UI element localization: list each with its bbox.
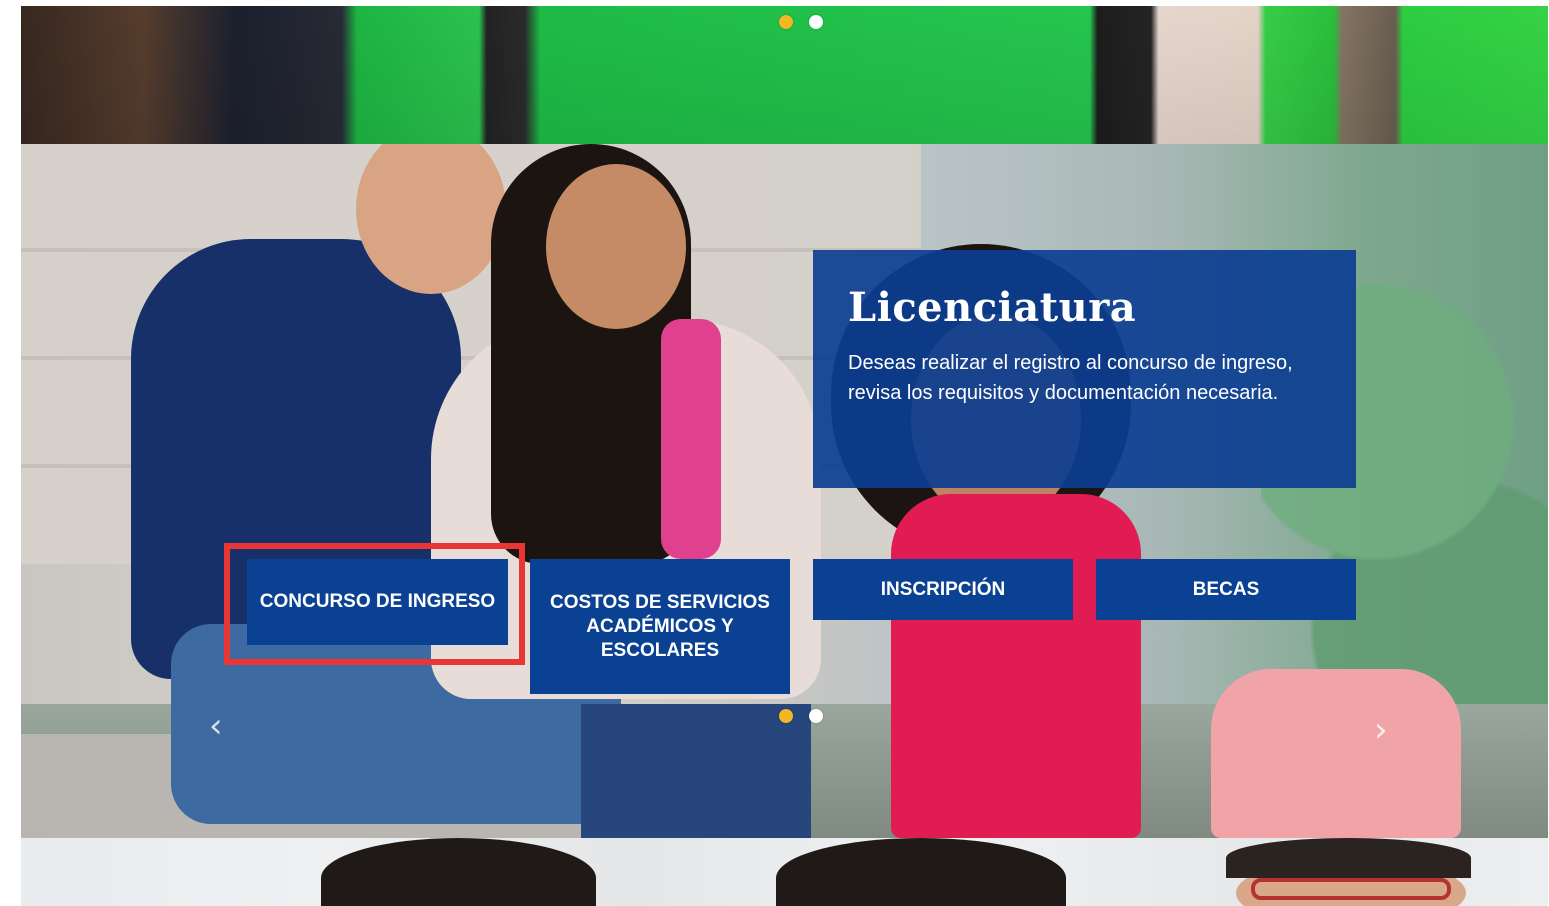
concurso-de-ingreso-button[interactable]: CONCURSO DE INGRESO bbox=[247, 559, 508, 645]
backpack-image bbox=[1211, 669, 1461, 838]
top-carousel-dots bbox=[779, 15, 823, 29]
carousel-dot-2[interactable] bbox=[809, 15, 823, 29]
bottom-banner-image bbox=[21, 838, 1548, 906]
carousel-dot-2[interactable] bbox=[809, 709, 823, 723]
carousel-dot-1[interactable] bbox=[779, 15, 793, 29]
hero-carousel-dots bbox=[779, 709, 823, 723]
top-banner-image bbox=[21, 6, 1548, 144]
hero-slide: ‹ › bbox=[21, 144, 1548, 838]
chevron-left-icon[interactable]: ‹ bbox=[209, 706, 223, 746]
costos-servicios-button[interactable]: COSTOS DE SERVICIOS ACADÉMICOS Y ESCOLAR… bbox=[530, 559, 790, 694]
inscripcion-button[interactable]: INSCRIPCIÓN bbox=[813, 559, 1073, 620]
page-stage: ‹ › Licenciatura Deseas realizar el regi… bbox=[21, 6, 1548, 906]
panel-description: Deseas realizar el registro al concurso … bbox=[848, 352, 1293, 404]
chevron-right-icon[interactable]: › bbox=[1374, 710, 1388, 750]
becas-button[interactable]: BECAS bbox=[1096, 559, 1356, 620]
panel-title: Licenciatura bbox=[848, 284, 1137, 331]
licenciatura-info-panel: Licenciatura Deseas realizar el registro… bbox=[813, 250, 1356, 488]
carousel-dot-1[interactable] bbox=[779, 709, 793, 723]
glasses-image bbox=[1251, 878, 1451, 900]
